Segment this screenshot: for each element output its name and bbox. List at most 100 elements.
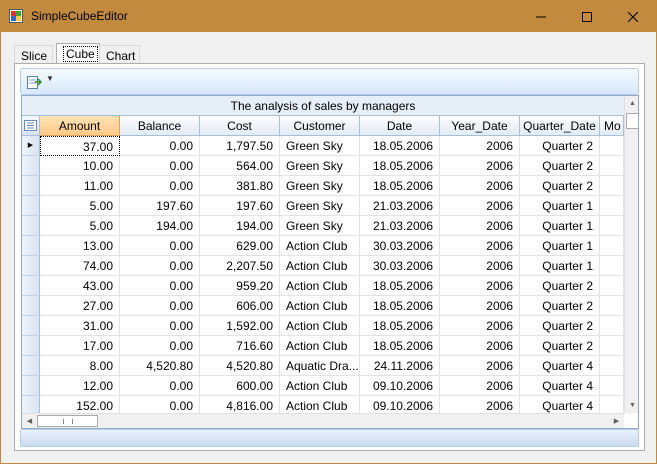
cell-month[interactable] — [600, 136, 624, 156]
cell-cost[interactable]: 564.00 — [200, 156, 280, 176]
vertical-scroll-thumb[interactable] — [626, 113, 638, 129]
cell-balance[interactable]: 194.00 — [120, 216, 200, 236]
horizontal-scrollbar[interactable]: ◀ ▶ — [22, 413, 624, 428]
cell-cost[interactable]: 194.00 — [200, 216, 280, 236]
cell-quarter-date[interactable]: Quarter 2 — [520, 176, 600, 196]
cell-month[interactable] — [600, 176, 624, 196]
cell-balance[interactable]: 0.00 — [120, 136, 200, 156]
cell-balance[interactable]: 0.00 — [120, 376, 200, 396]
grid-corner-button[interactable] — [22, 116, 40, 136]
cell-customer[interactable]: Green Sky — [280, 136, 360, 156]
table-row[interactable]: 31.00 0.00 1,592.00 Action Club 18.05.2006 20… — [22, 316, 624, 336]
cell-balance[interactable]: 0.00 — [120, 256, 200, 276]
scroll-left-icon[interactable]: ◀ — [22, 414, 37, 428]
cell-cost[interactable]: 629.00 — [200, 236, 280, 256]
cell-balance[interactable]: 0.00 — [120, 236, 200, 256]
table-row[interactable]: 17.00 0.00 716.60 Action Club 18.05.2006 2006… — [22, 336, 624, 356]
cell-date[interactable]: 18.05.2006 — [360, 296, 440, 316]
cell-amount[interactable]: 8.00 — [40, 356, 120, 376]
cell-date[interactable]: 18.05.2006 — [360, 276, 440, 296]
cell-month[interactable] — [600, 236, 624, 256]
title-bar[interactable]: SimpleCubeEditor — [1, 1, 656, 32]
cell-cost[interactable]: 959.20 — [200, 276, 280, 296]
column-header-cost[interactable]: Cost — [200, 116, 280, 136]
table-row[interactable]: 10.00 0.00 564.00 Green Sky 18.05.2006 2006 Qu… — [22, 156, 624, 176]
cell-quarter-date[interactable]: Quarter 2 — [520, 296, 600, 316]
table-row[interactable]: 11.00 0.00 381.80 Green Sky 18.05.2006 2006 Qu… — [22, 176, 624, 196]
minimize-button[interactable] — [518, 1, 564, 32]
cell-date[interactable]: 18.05.2006 — [360, 336, 440, 356]
cell-customer[interactable]: Action Club — [280, 296, 360, 316]
cell-date[interactable]: 24.11.2006 — [360, 356, 440, 376]
scroll-up-icon[interactable]: ▲ — [625, 96, 638, 111]
cell-date[interactable]: 30.03.2006 — [360, 236, 440, 256]
cell-amount[interactable]: 37.00 — [40, 136, 120, 156]
cell-amount[interactable]: 11.00 — [40, 176, 120, 196]
cell-customer[interactable]: Green Sky — [280, 156, 360, 176]
cell-amount[interactable]: 13.00 — [40, 236, 120, 256]
cell-customer[interactable]: Green Sky — [280, 196, 360, 216]
cell-month[interactable] — [600, 336, 624, 356]
cell-date[interactable]: 18.05.2006 — [360, 156, 440, 176]
scroll-down-icon[interactable]: ▼ — [625, 398, 638, 413]
cell-cost[interactable]: 716.60 — [200, 336, 280, 356]
export-icon[interactable] — [26, 74, 42, 90]
cell-customer[interactable]: Action Club — [280, 336, 360, 356]
row-header[interactable] — [22, 196, 40, 216]
table-row[interactable]: 8.00 4,520.80 4,520.80 Aquatic Dra... 24.11.… — [22, 356, 624, 376]
cell-quarter-date[interactable]: Quarter 2 — [520, 336, 600, 356]
row-header[interactable] — [22, 236, 40, 256]
cell-month[interactable] — [600, 376, 624, 396]
row-header[interactable] — [22, 296, 40, 316]
cell-cost[interactable]: 600.00 — [200, 376, 280, 396]
tab-chart[interactable]: Chart — [99, 45, 140, 64]
row-header[interactable] — [22, 336, 40, 356]
row-header[interactable] — [22, 356, 40, 376]
column-header-amount[interactable]: Amount — [40, 116, 120, 136]
cell-customer[interactable]: Aquatic Dra... — [280, 356, 360, 376]
cell-customer[interactable]: Action Club — [280, 316, 360, 336]
cell-date[interactable]: 18.05.2006 — [360, 176, 440, 196]
cell-amount[interactable]: 27.00 — [40, 296, 120, 316]
cell-amount[interactable]: 5.00 — [40, 196, 120, 216]
chevron-down-icon[interactable]: ▼ — [46, 74, 54, 83]
cell-quarter-date[interactable]: Quarter 1 — [520, 256, 600, 276]
column-header-month[interactable]: Mo — [600, 116, 624, 136]
row-header[interactable] — [22, 156, 40, 176]
cell-customer[interactable]: Action Club — [280, 236, 360, 256]
cell-year-date[interactable]: 2006 — [440, 176, 520, 196]
table-row[interactable]: 74.00 0.00 2,207.50 Action Club 30.03.2006 20… — [22, 256, 624, 276]
cell-balance[interactable]: 4,520.80 — [120, 356, 200, 376]
cell-quarter-date[interactable]: Quarter 2 — [520, 156, 600, 176]
cell-date[interactable]: 18.05.2006 — [360, 136, 440, 156]
column-header-date[interactable]: Date — [360, 116, 440, 136]
cell-year-date[interactable]: 2006 — [440, 156, 520, 176]
cell-customer[interactable]: Action Club — [280, 276, 360, 296]
cell-year-date[interactable]: 2006 — [440, 256, 520, 276]
cell-cost[interactable]: 197.60 — [200, 196, 280, 216]
cell-date[interactable]: 21.03.2006 — [360, 216, 440, 236]
horizontal-scroll-thumb[interactable] — [37, 415, 98, 427]
table-row[interactable]: 27.00 0.00 606.00 Action Club 18.05.2006 2006… — [22, 296, 624, 316]
cell-amount[interactable]: 5.00 — [40, 216, 120, 236]
cell-balance[interactable]: 197.60 — [120, 196, 200, 216]
cell-year-date[interactable]: 2006 — [440, 276, 520, 296]
cell-year-date[interactable]: 2006 — [440, 296, 520, 316]
cell-year-date[interactable]: 2006 — [440, 196, 520, 216]
column-header-customer[interactable]: Customer — [280, 116, 360, 136]
cell-customer[interactable]: Green Sky — [280, 176, 360, 196]
row-header[interactable] — [22, 316, 40, 336]
row-header[interactable]: ▶ — [22, 136, 40, 156]
cell-date[interactable]: 09.10.2006 — [360, 376, 440, 396]
cell-amount[interactable]: 12.00 — [40, 376, 120, 396]
cell-quarter-date[interactable]: Quarter 2 — [520, 276, 600, 296]
cell-cost[interactable]: 381.80 — [200, 176, 280, 196]
scroll-right-icon[interactable]: ▶ — [609, 414, 624, 428]
cell-cost[interactable]: 4,520.80 — [200, 356, 280, 376]
cell-cost[interactable]: 606.00 — [200, 296, 280, 316]
table-row[interactable]: 5.00 197.60 197.60 Green Sky 21.03.2006 2006 Q… — [22, 196, 624, 216]
table-row[interactable]: 13.00 0.00 629.00 Action Club 30.03.2006 2006… — [22, 236, 624, 256]
cell-year-date[interactable]: 2006 — [440, 336, 520, 356]
cell-month[interactable] — [600, 276, 624, 296]
table-row[interactable]: ▶ 37.00 0.00 1,797.50 Green Sky 18.05.2006 200… — [22, 136, 624, 156]
